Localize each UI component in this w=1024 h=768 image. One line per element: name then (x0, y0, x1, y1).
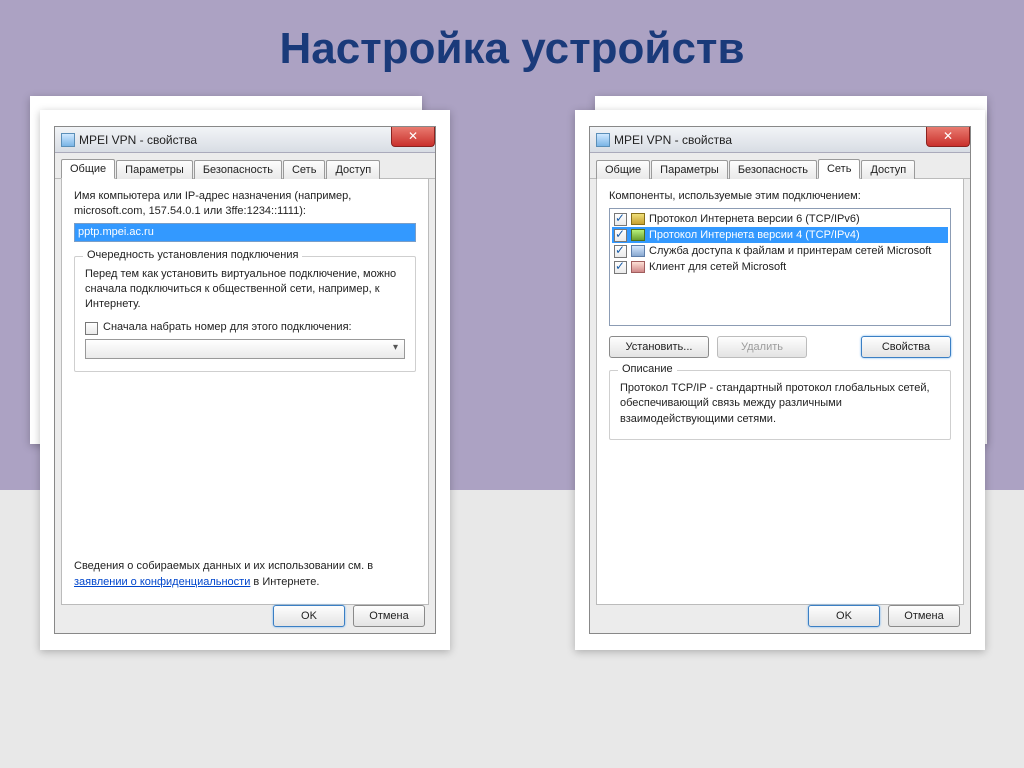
cancel-button[interactable]: Отмена (888, 605, 960, 627)
close-button[interactable]: ✕ (391, 127, 435, 147)
vpn-properties-dialog: MPEI VPN - свойства ✕ Общие Параметры Бе… (54, 126, 436, 634)
tab-options[interactable]: Параметры (116, 160, 193, 179)
page-title: Настройка устройств (0, 24, 1024, 74)
dial-first-checkbox[interactable] (85, 322, 98, 335)
tab-general[interactable]: Общие (596, 160, 650, 179)
client-icon (631, 261, 645, 273)
component-label: Служба доступа к файлам и принтерам сете… (649, 245, 931, 257)
titlebar[interactable]: MPEI VPN - свойства ✕ (590, 127, 970, 153)
component-label: Протокол Интернета версии 6 (TCP/IPv6) (649, 213, 860, 225)
component-checkbox[interactable] (614, 261, 627, 274)
tab-panel-general: Имя компьютера или IP-адрес назначения (… (61, 179, 429, 605)
description-text: Протокол TCP/IP - стандартный протокол г… (620, 381, 940, 427)
dial-first-row[interactable]: Сначала набрать номер для этого подключе… (85, 321, 405, 335)
privacy-link[interactable]: заявлении о конфиденциальности (74, 576, 250, 588)
tabstrip: Общие Параметры Безопасность Сеть Доступ (590, 153, 970, 179)
tabstrip: Общие Параметры Безопасность Сеть Доступ (55, 153, 435, 179)
tab-options[interactable]: Параметры (651, 160, 728, 179)
dial-order-text: Перед тем как установить виртуальное под… (85, 267, 405, 313)
components-list[interactable]: Протокол Интернета версии 6 (TCP/IPv6) П… (609, 208, 951, 326)
description-group: Описание Протокол TCP/IP - стандартный п… (609, 370, 951, 440)
properties-button[interactable]: Свойства (861, 336, 951, 358)
dialog-title: MPEI VPN - свойства (614, 133, 732, 147)
list-item[interactable]: Протокол Интернета версии 4 (TCP/IPv4) (612, 227, 948, 243)
components-label: Компоненты, используемые этим подключени… (609, 189, 951, 204)
component-label: Клиент для сетей Microsoft (649, 261, 786, 273)
component-checkbox[interactable] (614, 229, 627, 242)
cancel-button[interactable]: Отмена (353, 605, 425, 627)
tab-sharing[interactable]: Доступ (326, 160, 380, 179)
screenshot-frame-right: MPEI VPN - свойства ✕ Общие Параметры Бе… (575, 110, 985, 650)
privacy-notice: Сведения о собираемых данных и их исполь… (74, 559, 416, 590)
tab-security[interactable]: Безопасность (194, 160, 282, 179)
component-label: Протокол Интернета версии 4 (TCP/IPv4) (649, 229, 860, 241)
component-button-bar: Установить... Удалить Свойства (609, 336, 951, 358)
list-item[interactable]: Служба доступа к файлам и принтерам сете… (612, 243, 948, 259)
screenshot-frame-left: MPEI VPN - свойства ✕ Общие Параметры Бе… (40, 110, 450, 650)
install-button[interactable]: Установить... (609, 336, 709, 358)
dial-first-combo[interactable] (85, 339, 405, 359)
ok-button[interactable]: OK (808, 605, 880, 627)
dialog-title: MPEI VPN - свойства (79, 133, 197, 147)
tab-security[interactable]: Безопасность (729, 160, 817, 179)
dial-order-group: Очередность установления подключения Пер… (74, 256, 416, 372)
app-icon (61, 133, 75, 147)
close-button[interactable]: ✕ (926, 127, 970, 147)
remove-button: Удалить (717, 336, 807, 358)
vpn-properties-dialog: MPEI VPN - свойства ✕ Общие Параметры Бе… (589, 126, 971, 634)
component-checkbox[interactable] (614, 213, 627, 226)
dialog-button-row: OK Отмена (273, 605, 425, 627)
tab-panel-network: Компоненты, используемые этим подключени… (596, 179, 964, 605)
component-checkbox[interactable] (614, 245, 627, 258)
service-icon (631, 245, 645, 257)
ok-button[interactable]: OK (273, 605, 345, 627)
list-item[interactable]: Клиент для сетей Microsoft (612, 259, 948, 275)
description-legend: Описание (618, 363, 677, 375)
app-icon (596, 133, 610, 147)
dialog-button-row: OK Отмена (808, 605, 960, 627)
destination-label: Имя компьютера или IP-адрес назначения (… (74, 189, 416, 219)
tab-network[interactable]: Сеть (818, 159, 860, 179)
tab-network[interactable]: Сеть (283, 160, 325, 179)
protocol-icon (631, 229, 645, 241)
dial-first-label: Сначала набрать номер для этого подключе… (103, 321, 352, 333)
titlebar[interactable]: MPEI VPN - свойства ✕ (55, 127, 435, 153)
destination-input[interactable] (74, 223, 416, 242)
protocol-icon (631, 213, 645, 225)
tab-general[interactable]: Общие (61, 159, 115, 179)
tab-sharing[interactable]: Доступ (861, 160, 915, 179)
list-item[interactable]: Протокол Интернета версии 6 (TCP/IPv6) (612, 211, 948, 227)
dial-order-legend: Очередность установления подключения (83, 249, 302, 261)
